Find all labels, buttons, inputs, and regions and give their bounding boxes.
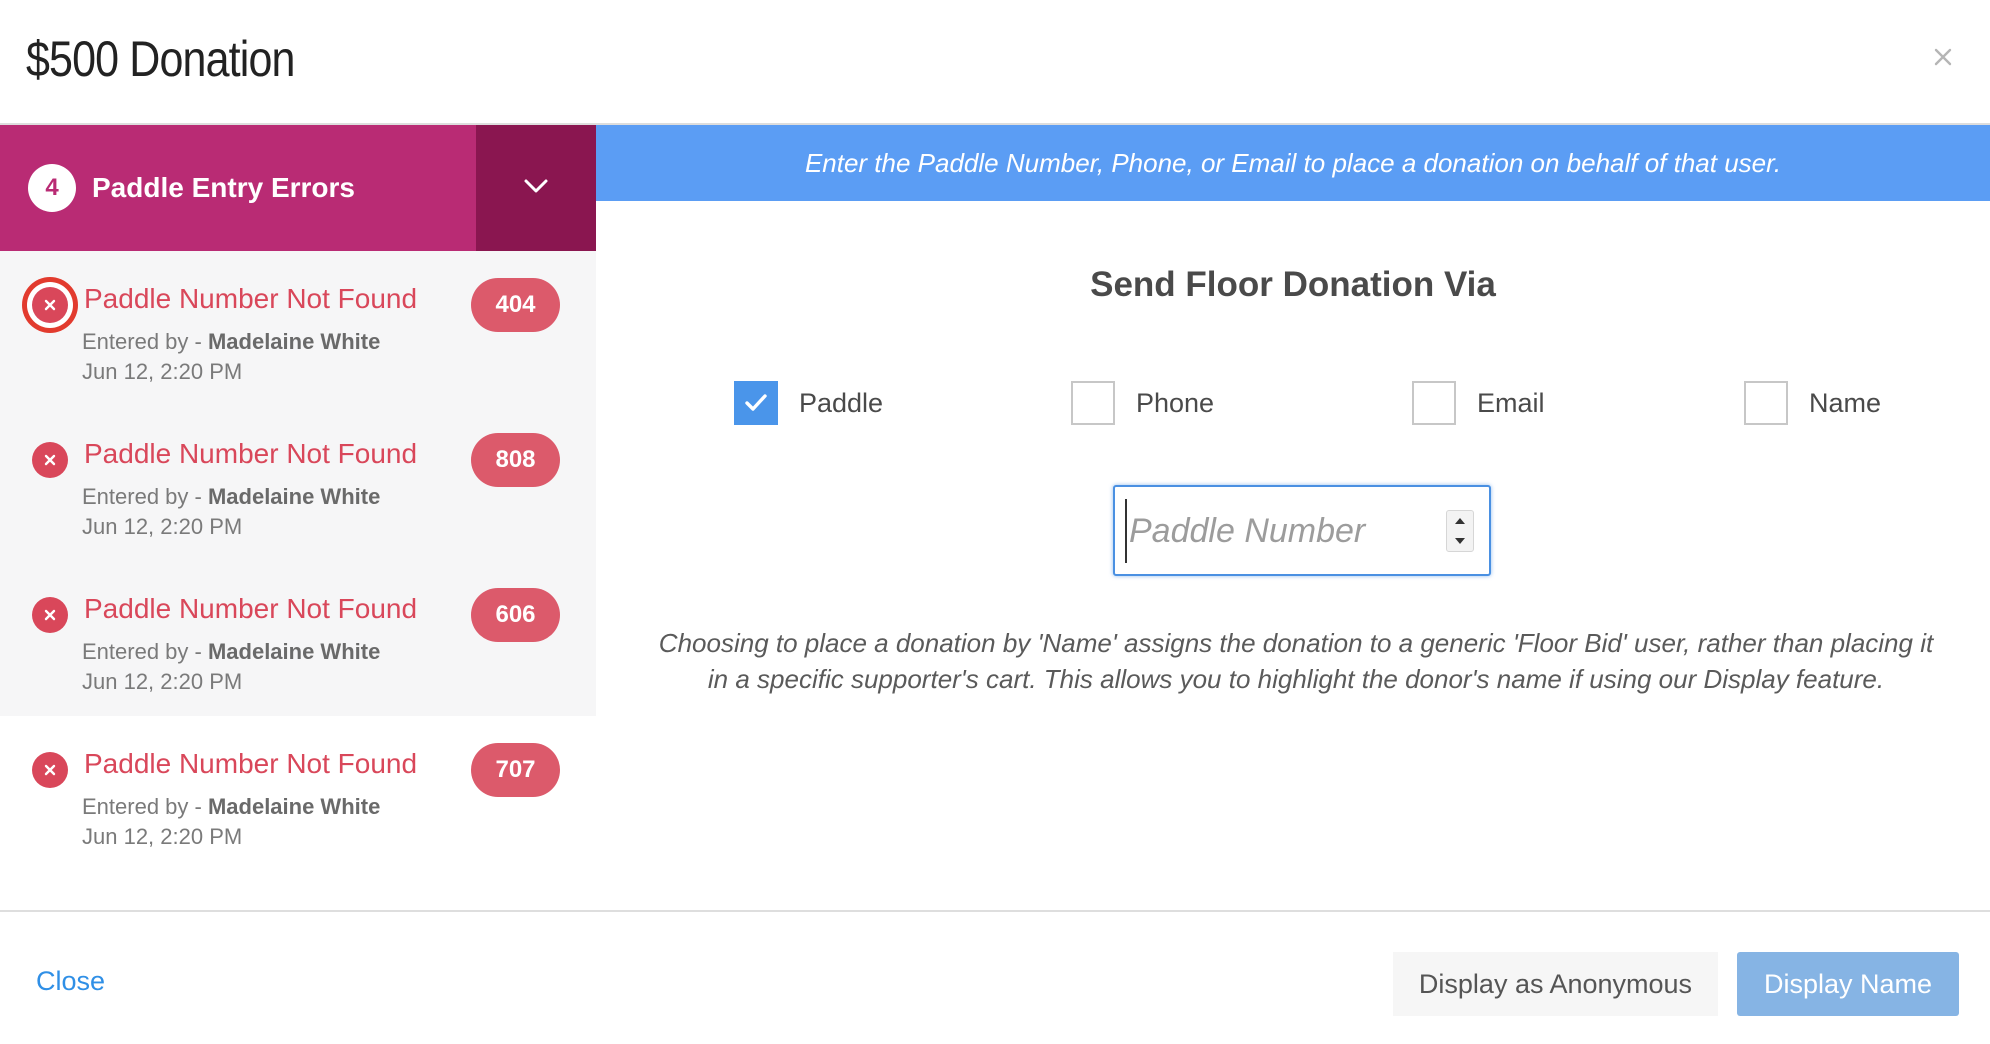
error-title: Paddle Number Not Found [84,748,418,779]
close-link[interactable]: Close [36,966,105,997]
error-entered-by: Entered by - Madelaine White [82,794,380,820]
errors-title: Paddle Entry Errors [92,172,355,203]
info-banner: Enter the Paddle Number, Phone, or Email… [596,125,1990,201]
chevron-down-icon [523,178,549,199]
checkmark-icon [745,394,767,411]
error-date: Jun 12, 2:20 PM [82,824,243,849]
help-text: Choosing to place a donation by 'Name' a… [658,628,1934,694]
paddle-number-badge: 707 [471,743,560,797]
paddle-number-badge: 404 [471,278,560,332]
error-list-item[interactable]: Paddle Number Not Found Entered by - Mad… [0,251,596,406]
option-email[interactable]: Email [1412,381,1545,425]
option-phone[interactable]: Phone [1071,381,1214,425]
display-name-button[interactable]: Display Name [1737,952,1959,1016]
error-list-item[interactable]: Paddle Number Not Found Entered by - Mad… [0,561,596,716]
donation-modal: $500 Donation 4 Paddle Entry Errors Padd… [0,0,1990,1044]
error-title: Paddle Number Not Found [84,593,418,624]
paddle-checkbox[interactable] [734,381,778,425]
remove-error-icon[interactable] [32,752,68,788]
entered-by-name: Madelaine White [207,794,381,819]
option-paddle[interactable]: Paddle [734,381,883,425]
error-date: Jun 12, 2:20 PM [82,514,243,539]
remove-error-icon[interactable] [32,287,68,323]
error-title: Paddle Number Not Found [84,283,418,314]
name-checkbox[interactable] [1744,381,1788,425]
modal-title: $500 Donation [26,31,295,87]
email-checkbox[interactable] [1412,381,1456,425]
error-list-item[interactable]: Paddle Number Not Found Entered by - Mad… [0,406,596,561]
error-entered-by: Entered by - Madelaine White [82,639,380,665]
paddle-number-field [1113,485,1491,576]
error-title: Paddle Number Not Found [84,438,418,469]
entered-by-name: Madelaine White [207,639,381,664]
error-count-badge: 4 [28,164,76,212]
entered-by-label: Entered by - [82,639,208,664]
errors-collapse-button[interactable] [476,125,596,251]
entered-by-label: Entered by - [82,484,208,509]
number-stepper[interactable] [1446,510,1474,552]
phone-checkbox[interactable] [1071,381,1115,425]
option-name[interactable]: Name [1744,381,1881,425]
error-date: Jun 12, 2:20 PM [82,669,243,694]
remove-error-icon[interactable] [32,597,68,633]
donation-entry-panel: Enter the Paddle Number, Phone, or Email… [596,125,1990,910]
option-label-email: Email [1477,387,1545,418]
display-anonymous-button[interactable]: Display as Anonymous [1393,952,1718,1016]
errors-header-toggle-area[interactable]: 4 Paddle Entry Errors [0,125,476,251]
section-title: Send Floor Donation Via [1090,265,1496,304]
error-entered-by: Entered by - Madelaine White [82,484,380,510]
entered-by-label: Entered by - [82,794,208,819]
errors-header: 4 Paddle Entry Errors [0,125,596,251]
option-label-phone: Phone [1136,387,1215,418]
modal-footer: Close Display as Anonymous Display Name [0,910,1990,1044]
entered-by-name: Madelaine White [207,484,381,509]
paddle-number-input[interactable] [1125,499,1425,563]
entered-by-name: Madelaine White [207,329,381,354]
error-list-item[interactable]: Paddle Number Not Found Entered by - Mad… [0,716,596,871]
option-label-name: Name [1809,387,1882,418]
stepper-down-icon[interactable] [1454,537,1466,545]
close-icon[interactable] [1926,40,1960,74]
error-list: Paddle Number Not Found Entered by - Mad… [0,251,596,871]
stepper-up-icon[interactable] [1454,517,1466,525]
error-date: Jun 12, 2:20 PM [82,359,243,384]
option-label-paddle: Paddle [799,387,884,418]
paddle-number-badge: 808 [471,433,560,487]
modal-header: $500 Donation [0,0,1990,125]
paddle-errors-panel: 4 Paddle Entry Errors Paddle Number Not … [0,125,596,910]
entered-by-label: Entered by - [82,329,208,354]
error-entered-by: Entered by - Madelaine White [82,329,380,355]
paddle-number-badge: 606 [471,588,560,642]
remove-error-icon[interactable] [32,442,68,478]
